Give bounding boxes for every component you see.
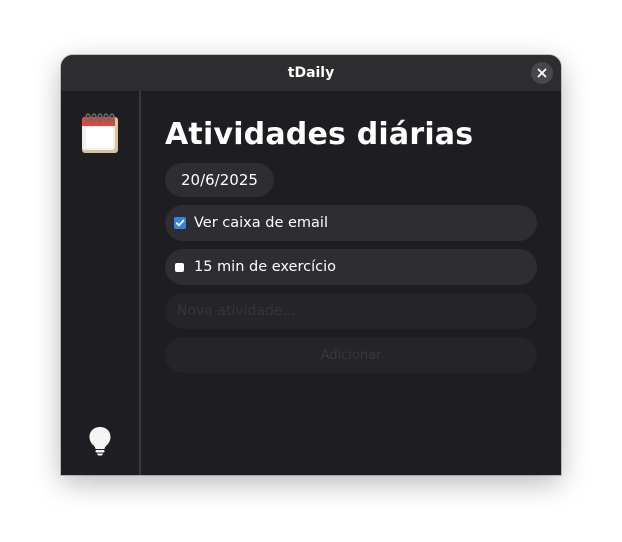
date-button[interactable]: 20/6/2025 [165, 163, 274, 197]
lightbulb-icon[interactable] [87, 425, 113, 457]
close-button[interactable] [531, 62, 553, 84]
new-task-field[interactable] [165, 293, 537, 329]
task-checkbox[interactable] [175, 262, 184, 272]
page-title: Atividades diárias [165, 117, 474, 152]
close-icon [537, 68, 547, 78]
calendar-icon [82, 113, 118, 153]
title-bar: tDaily [61, 55, 561, 91]
sidebar [61, 91, 141, 475]
task-label: 15 min de exercício [194, 259, 336, 275]
new-task-input[interactable] [165, 293, 537, 329]
app-window: tDaily Atividades diárias 20/6/2025 Ver … [61, 55, 561, 475]
task-label: Ver caixa de email [194, 215, 328, 231]
checkmark-icon [175, 219, 185, 227]
task-row[interactable]: Ver caixa de email [165, 205, 537, 241]
task-row[interactable]: 15 min de exercício [165, 249, 537, 285]
task-checkbox[interactable] [174, 217, 186, 229]
window-title: tDaily [287, 65, 335, 81]
add-button[interactable]: Adicionar [165, 337, 537, 373]
main-content: Atividades diárias 20/6/2025 Ver caixa d… [141, 91, 561, 475]
